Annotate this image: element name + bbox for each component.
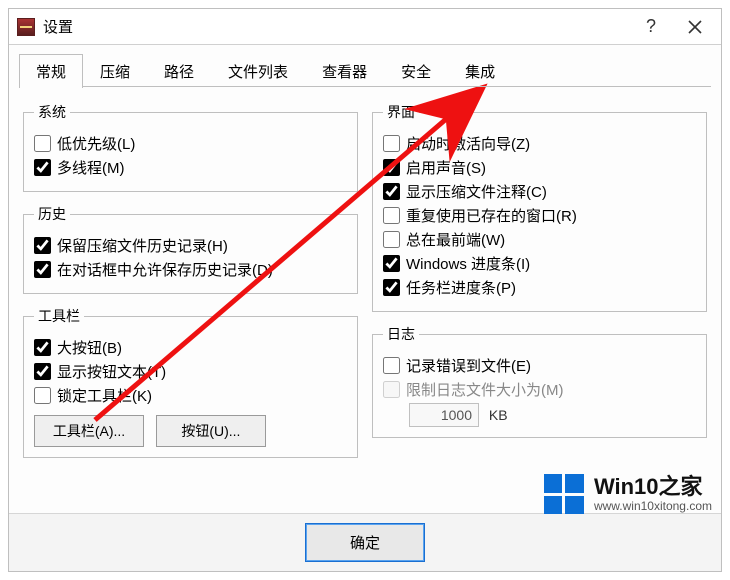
chk-show-comment-label: 显示压缩文件注释(C): [406, 181, 547, 202]
history-group: 历史 保留压缩文件历史记录(H) 在对话框中允许保存历史记录(D): [23, 204, 358, 294]
history-legend: 历史: [34, 204, 70, 224]
chk-always-on-top[interactable]: 总在最前端(W): [383, 229, 696, 250]
tab-path[interactable]: 路径: [147, 54, 211, 88]
tab-viewer[interactable]: 查看器: [305, 54, 384, 88]
right-column: 界面 启动时激活向导(Z) 启用声音(S) 显示压缩文件注释(C) 重复使用已存…: [372, 102, 707, 458]
window-title: 设置: [43, 16, 73, 37]
chk-log-errors-label: 记录错误到文件(E): [406, 355, 531, 376]
chk-limit-log-size: 限制日志文件大小为(M): [383, 379, 696, 400]
chk-multithread[interactable]: 多线程(M): [34, 157, 347, 178]
chk-show-comment-input[interactable]: [383, 183, 400, 200]
chk-windows-progress-input[interactable]: [383, 255, 400, 272]
system-group: 系统 低优先级(L) 多线程(M): [23, 102, 358, 192]
toolbar-config-button[interactable]: 工具栏(A)...: [34, 415, 144, 447]
chk-lock-toolbar-label: 锁定工具栏(K): [57, 385, 152, 406]
chk-keep-history-label: 保留压缩文件历史记录(H): [57, 235, 228, 256]
chk-windows-progress[interactable]: Windows 进度条(I): [383, 253, 696, 274]
close-icon: [688, 20, 702, 34]
titlebar: 设置 ?: [9, 9, 721, 45]
chk-multithread-label: 多线程(M): [57, 157, 125, 178]
chk-big-buttons-input[interactable]: [34, 339, 51, 356]
chk-enable-sound-label: 启用声音(S): [406, 157, 486, 178]
chk-allow-dialog-history-label: 在对话框中允许保存历史记录(D): [57, 259, 273, 280]
chk-activate-wizard[interactable]: 启动时激活向导(Z): [383, 133, 696, 154]
chk-limit-log-size-input: [383, 381, 400, 398]
log-size-unit: KB: [489, 407, 508, 423]
chk-big-buttons-label: 大按钮(B): [57, 337, 122, 358]
chk-lock-toolbar-input[interactable]: [34, 387, 51, 404]
log-group: 日志 记录错误到文件(E) 限制日志文件大小为(M) KB: [372, 324, 707, 438]
tab-compress[interactable]: 压缩: [83, 54, 147, 88]
chk-reuse-window[interactable]: 重复使用已存在的窗口(R): [383, 205, 696, 226]
tab-strip: 常规 压缩 路径 文件列表 查看器 安全 集成: [9, 45, 721, 87]
log-size-input: [409, 403, 479, 427]
left-column: 系统 低优先级(L) 多线程(M) 历史 保留压缩文件历史记录(H): [23, 102, 358, 458]
tab-security[interactable]: 安全: [384, 54, 448, 88]
toolbar-legend: 工具栏: [34, 306, 84, 326]
chk-allow-dialog-history[interactable]: 在对话框中允许保存历史记录(D): [34, 259, 347, 280]
chk-show-button-text-input[interactable]: [34, 363, 51, 380]
tab-general[interactable]: 常规: [19, 54, 83, 88]
log-legend: 日志: [383, 324, 419, 344]
ok-button[interactable]: 确定: [305, 523, 425, 562]
log-size-row: KB: [409, 403, 696, 427]
chk-limit-log-size-label: 限制日志文件大小为(M): [406, 379, 564, 400]
chk-activate-wizard-label: 启动时激活向导(Z): [406, 133, 530, 154]
chk-reuse-window-label: 重复使用已存在的窗口(R): [406, 205, 577, 226]
close-button[interactable]: [673, 12, 717, 42]
chk-taskbar-progress-input[interactable]: [383, 279, 400, 296]
chk-big-buttons[interactable]: 大按钮(B): [34, 337, 347, 358]
chk-log-errors[interactable]: 记录错误到文件(E): [383, 355, 696, 376]
chk-taskbar-progress-label: 任务栏进度条(P): [406, 277, 516, 298]
tab-integration[interactable]: 集成: [448, 54, 512, 88]
chk-show-comment[interactable]: 显示压缩文件注释(C): [383, 181, 696, 202]
chk-windows-progress-label: Windows 进度条(I): [406, 253, 530, 274]
chk-multithread-input[interactable]: [34, 159, 51, 176]
chk-allow-dialog-history-input[interactable]: [34, 261, 51, 278]
chk-low-priority-label: 低优先级(L): [57, 133, 135, 154]
chk-lock-toolbar[interactable]: 锁定工具栏(K): [34, 385, 347, 406]
settings-dialog: 设置 ? 常规 压缩 路径 文件列表 查看器 安全 集成 系统 低优先级(L): [8, 8, 722, 572]
help-button[interactable]: ?: [629, 12, 673, 42]
app-icon: [17, 18, 35, 36]
chk-activate-wizard-input[interactable]: [383, 135, 400, 152]
chk-show-button-text-label: 显示按钮文本(T): [57, 361, 166, 382]
chk-always-on-top-label: 总在最前端(W): [406, 229, 505, 250]
dialog-footer: 确定: [9, 513, 721, 571]
chk-keep-history-input[interactable]: [34, 237, 51, 254]
chk-enable-sound[interactable]: 启用声音(S): [383, 157, 696, 178]
chk-taskbar-progress[interactable]: 任务栏进度条(P): [383, 277, 696, 298]
interface-group: 界面 启动时激活向导(Z) 启用声音(S) 显示压缩文件注释(C) 重复使用已存…: [372, 102, 707, 312]
toolbar-group: 工具栏 大按钮(B) 显示按钮文本(T) 锁定工具栏(K) 工具栏(A)... …: [23, 306, 358, 458]
chk-low-priority[interactable]: 低优先级(L): [34, 133, 347, 154]
chk-always-on-top-input[interactable]: [383, 231, 400, 248]
system-legend: 系统: [34, 102, 70, 122]
tab-filelist[interactable]: 文件列表: [211, 54, 305, 88]
buttons-config-button[interactable]: 按钮(U)...: [156, 415, 266, 447]
chk-enable-sound-input[interactable]: [383, 159, 400, 176]
general-page: 系统 低优先级(L) 多线程(M) 历史 保留压缩文件历史记录(H): [9, 88, 721, 466]
chk-reuse-window-input[interactable]: [383, 207, 400, 224]
chk-log-errors-input[interactable]: [383, 357, 400, 374]
chk-low-priority-input[interactable]: [34, 135, 51, 152]
chk-keep-history[interactable]: 保留压缩文件历史记录(H): [34, 235, 347, 256]
interface-legend: 界面: [383, 102, 419, 122]
chk-show-button-text[interactable]: 显示按钮文本(T): [34, 361, 347, 382]
